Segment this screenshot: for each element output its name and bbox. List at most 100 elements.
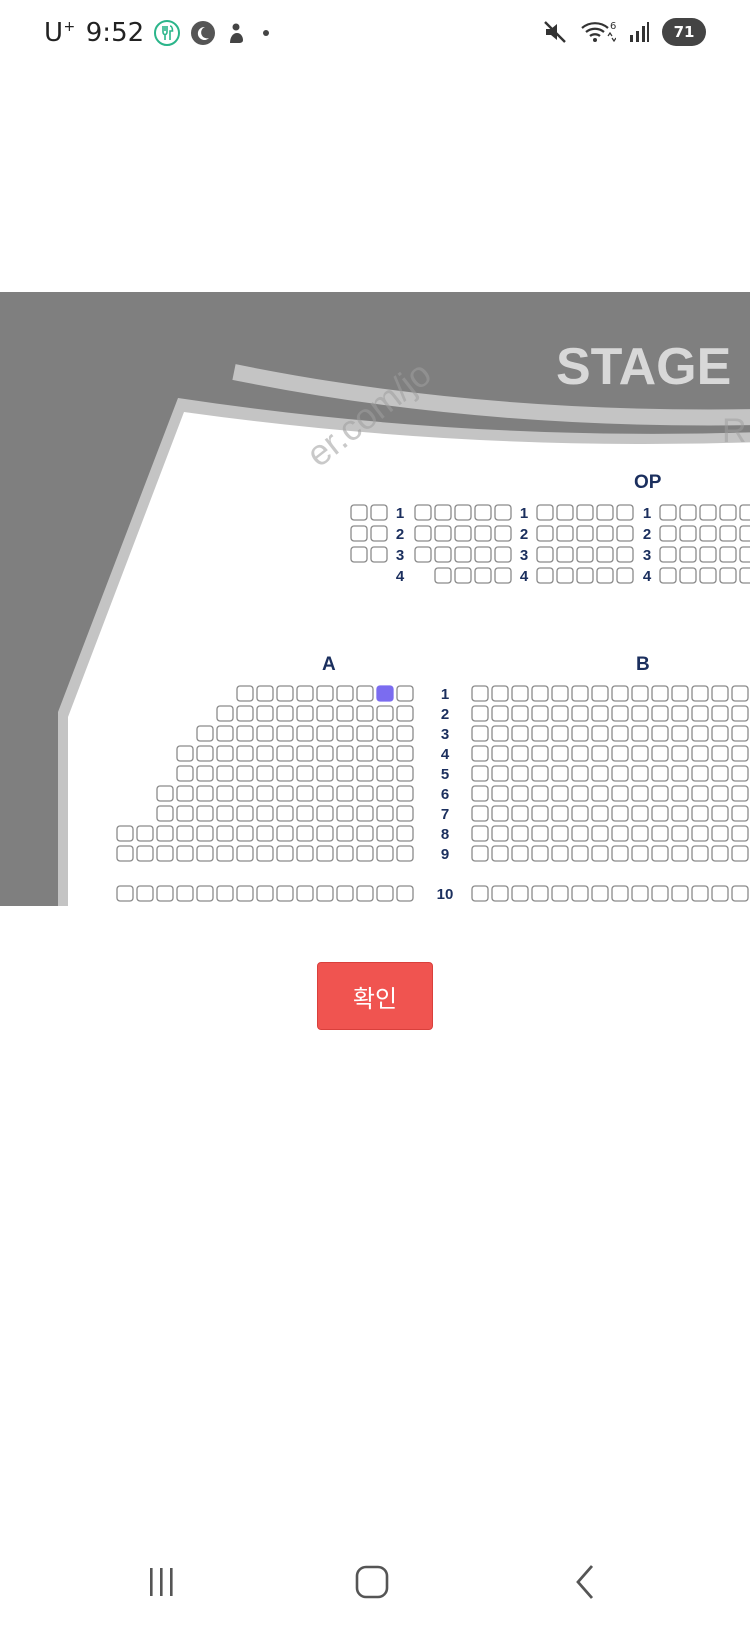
seat[interactable] (591, 705, 609, 722)
seat[interactable] (396, 785, 414, 802)
seat[interactable] (471, 765, 489, 782)
seat[interactable] (711, 765, 729, 782)
seat[interactable] (336, 885, 354, 902)
seat[interactable] (691, 885, 709, 902)
seat[interactable] (336, 845, 354, 862)
seat[interactable] (454, 504, 472, 521)
seat[interactable] (731, 785, 749, 802)
seat[interactable] (551, 745, 569, 762)
seat[interactable] (551, 825, 569, 842)
seat[interactable] (454, 567, 472, 584)
seat[interactable] (494, 567, 512, 584)
seat[interactable] (556, 567, 574, 584)
seat[interactable] (576, 567, 594, 584)
seat[interactable] (494, 525, 512, 542)
seat[interactable] (296, 685, 314, 702)
seat[interactable] (739, 567, 750, 584)
seat[interactable] (116, 845, 134, 862)
seat[interactable] (616, 504, 634, 521)
seat[interactable] (474, 567, 492, 584)
seat[interactable] (651, 785, 669, 802)
seat[interactable] (596, 504, 614, 521)
seat[interactable] (236, 885, 254, 902)
seat[interactable] (531, 885, 549, 902)
seat[interactable] (699, 567, 717, 584)
seat[interactable] (296, 725, 314, 742)
seat[interactable] (356, 845, 374, 862)
seat[interactable] (631, 765, 649, 782)
seat[interactable] (196, 805, 214, 822)
seat[interactable] (491, 765, 509, 782)
seat[interactable] (611, 805, 629, 822)
seat[interactable] (551, 785, 569, 802)
seat[interactable] (336, 805, 354, 822)
seat[interactable] (376, 885, 394, 902)
seat[interactable] (711, 825, 729, 842)
seat[interactable] (316, 705, 334, 722)
seat[interactable] (236, 845, 254, 862)
seat[interactable] (576, 504, 594, 521)
seat[interactable] (196, 845, 214, 862)
seat[interactable] (651, 845, 669, 862)
seat[interactable] (591, 725, 609, 742)
seat[interactable] (336, 705, 354, 722)
seat[interactable] (296, 825, 314, 842)
seat[interactable] (591, 805, 609, 822)
seat[interactable] (296, 745, 314, 762)
seat[interactable] (434, 546, 452, 563)
seat[interactable] (471, 805, 489, 822)
seat[interactable] (616, 525, 634, 542)
seat[interactable] (611, 885, 629, 902)
seat[interactable] (531, 785, 549, 802)
seat[interactable] (671, 705, 689, 722)
seat[interactable] (350, 546, 368, 563)
seat[interactable] (434, 567, 452, 584)
seat[interactable] (651, 685, 669, 702)
seat[interactable] (571, 745, 589, 762)
seat[interactable] (276, 785, 294, 802)
seat[interactable] (296, 785, 314, 802)
seat[interactable] (739, 525, 750, 542)
seat[interactable] (731, 805, 749, 822)
seat[interactable] (596, 546, 614, 563)
seat[interactable] (350, 504, 368, 521)
seat[interactable] (711, 845, 729, 862)
seat[interactable] (711, 885, 729, 902)
seat[interactable] (494, 504, 512, 521)
seat[interactable] (196, 745, 214, 762)
seat[interactable] (659, 546, 677, 563)
seat[interactable] (731, 885, 749, 902)
selected-seat[interactable] (376, 685, 394, 702)
seat[interactable] (156, 805, 174, 822)
seat[interactable] (711, 725, 729, 742)
seat[interactable] (316, 845, 334, 862)
seat[interactable] (576, 546, 594, 563)
seat[interactable] (731, 745, 749, 762)
seat[interactable] (156, 825, 174, 842)
seat[interactable] (531, 805, 549, 822)
seat[interactable] (176, 845, 194, 862)
seat[interactable] (376, 825, 394, 842)
seat[interactable] (376, 765, 394, 782)
seat[interactable] (396, 685, 414, 702)
seat[interactable] (454, 546, 472, 563)
seat[interactable] (276, 745, 294, 762)
seat[interactable] (336, 785, 354, 802)
seat[interactable] (336, 685, 354, 702)
seat[interactable] (556, 504, 574, 521)
seat[interactable] (651, 745, 669, 762)
seat[interactable] (531, 725, 549, 742)
seat[interactable] (571, 705, 589, 722)
seat[interactable] (551, 705, 569, 722)
seat[interactable] (591, 825, 609, 842)
seat[interactable] (671, 805, 689, 822)
seat[interactable] (571, 845, 589, 862)
seat[interactable] (316, 785, 334, 802)
seat[interactable] (491, 885, 509, 902)
confirm-button[interactable]: 확인 (317, 962, 433, 1030)
seat[interactable] (471, 705, 489, 722)
seat[interactable] (356, 765, 374, 782)
home-button[interactable] (342, 1560, 402, 1604)
seat[interactable] (531, 705, 549, 722)
seat[interactable] (571, 825, 589, 842)
